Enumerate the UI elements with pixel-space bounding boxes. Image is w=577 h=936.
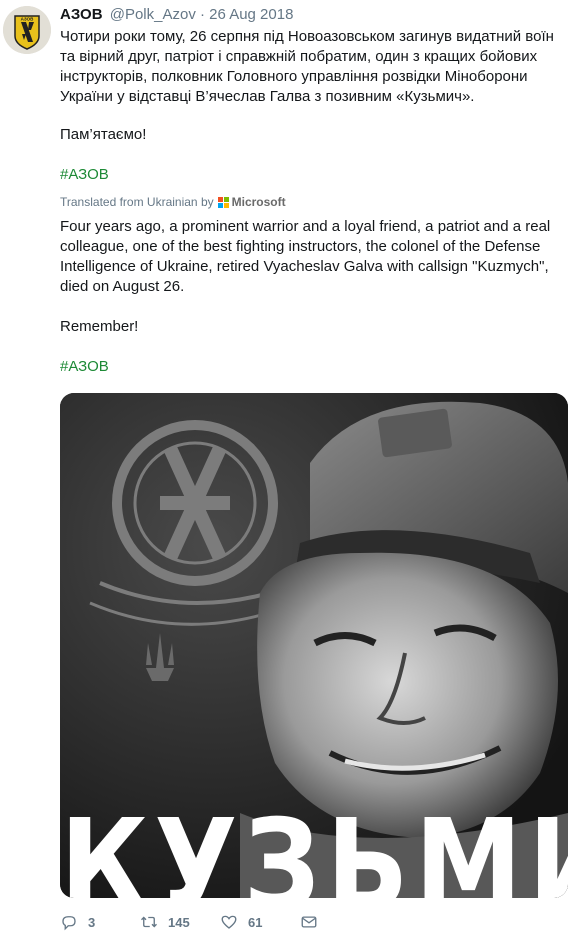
- heart-icon: [221, 915, 237, 929]
- reply-count: 3: [88, 914, 96, 930]
- retweet-button[interactable]: 145: [140, 913, 190, 931]
- retweet-icon: [141, 916, 157, 928]
- translation-label: Translated from Ukrainian by: [60, 195, 214, 209]
- azov-logo: АЗОВ: [3, 6, 51, 54]
- original-hashtag-link[interactable]: #АЗОВ: [60, 165, 109, 185]
- tweet-translated-text: Four years ago, a prominent warrior and …: [60, 218, 551, 295]
- avatar-logo-text: АЗОВ: [21, 17, 35, 22]
- retweet-count: 145: [168, 914, 190, 930]
- reply-icon: [62, 916, 76, 931]
- tweet-translated-remember: Remember!: [60, 318, 139, 335]
- reply-button[interactable]: 3: [60, 913, 95, 931]
- envelope-icon: [301, 916, 317, 928]
- tweet-media-image[interactable]: КУЗЬМИЧ: [60, 393, 568, 898]
- tweet-original-remember: Пам’ятаємо!: [60, 126, 147, 143]
- profile-avatar[interactable]: АЗОВ: [3, 6, 51, 54]
- like-button[interactable]: 61: [220, 913, 262, 931]
- like-count: 61: [248, 914, 263, 930]
- translation-attribution: Translated from Ukrainian by Microsoft: [60, 194, 286, 210]
- microsoft-logo-icon: [217, 196, 229, 208]
- header-separator: ·: [200, 6, 205, 23]
- tweet-original-text: Чотири роки тому, 26 серпня під Новоазов…: [60, 28, 554, 105]
- author-name[interactable]: АЗОВ: [60, 6, 103, 23]
- translation-provider: Microsoft: [231, 195, 286, 209]
- tweet-date[interactable]: 26 Aug 2018: [209, 6, 293, 23]
- image-caption: КУЗЬМИЧ: [60, 793, 568, 898]
- translated-hashtag-link[interactable]: #АЗОВ: [60, 357, 109, 377]
- direct-message-button[interactable]: [300, 913, 318, 931]
- author-handle[interactable]: @Polk_Azov: [110, 6, 196, 23]
- tweet-header: АЗОВ @Polk_Azov · 26 Aug 2018: [60, 6, 293, 24]
